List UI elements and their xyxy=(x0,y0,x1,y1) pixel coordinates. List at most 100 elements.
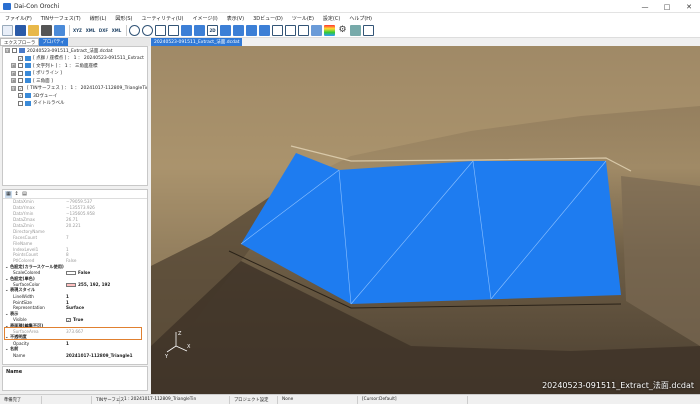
layer-icon[interactable] xyxy=(350,24,361,36)
menu-item-5[interactable]: イメージ(I) xyxy=(192,15,217,22)
property-value[interactable]: 20.221 xyxy=(63,223,147,228)
menu-item-2[interactable]: 線形(L) xyxy=(90,15,107,22)
open-folder-icon[interactable] xyxy=(28,24,39,36)
view-iso-icon[interactable] xyxy=(259,24,270,36)
menu-item-4[interactable]: ユーティリティ(U) xyxy=(141,15,183,22)
new-file-icon[interactable] xyxy=(2,24,13,36)
menu-item-1[interactable]: TINサーフェス(T) xyxy=(41,15,81,22)
menu-item-3[interactable]: 図形(S) xyxy=(115,15,132,22)
tree-item[interactable]: ⊞ [ 三角面 ] xyxy=(3,77,147,85)
tree-item[interactable]: タイトルラベル xyxy=(3,100,147,108)
property-row[interactable]: DataYmax −135573.926 xyxy=(3,205,147,211)
tab-explorer[interactable]: エクスプローラ xyxy=(0,38,40,46)
close-button[interactable]: ✕ xyxy=(678,0,700,13)
property-category[interactable]: ⌄ 名前 xyxy=(3,346,147,353)
view-front-icon[interactable] xyxy=(194,24,205,36)
property-row[interactable]: PointsCount 8 xyxy=(3,252,147,258)
dxf-import-button[interactable]: DXF xyxy=(98,25,109,36)
property-row[interactable]: DataXmin −79059.537 xyxy=(3,199,147,205)
color-scale-icon[interactable] xyxy=(324,24,335,36)
tab-property[interactable]: プロパティ xyxy=(39,38,68,46)
property-row[interactable]: DataZmax 26.71 xyxy=(3,217,147,223)
property-row[interactable]: LineWidth 1 xyxy=(3,293,147,299)
pan-icon[interactable] xyxy=(168,24,179,36)
categorized-sort-icon[interactable]: ▦ xyxy=(5,190,12,198)
property-value[interactable]: 1 xyxy=(63,300,147,305)
visibility-checkbox[interactable] xyxy=(12,48,17,54)
xyz-import-button[interactable]: XYZ xyxy=(72,25,83,36)
export-icon[interactable] xyxy=(54,24,65,36)
print-icon[interactable] xyxy=(41,24,52,36)
view-back-icon[interactable] xyxy=(246,24,257,36)
property-row[interactable]: IndexLevel1 1 xyxy=(3,246,147,252)
visibility-checkbox[interactable]: ✓ xyxy=(18,55,23,61)
zoom-in-icon[interactable] xyxy=(129,24,140,36)
visibility-checkbox[interactable] xyxy=(18,70,23,76)
property-value[interactable]: 20241017-112809_Triangle1 xyxy=(63,353,147,358)
property-value[interactable]: −135605.958 xyxy=(63,211,147,216)
measure-icon[interactable] xyxy=(272,24,283,36)
property-row[interactable]: Name 20241017-112809_Triangle1 xyxy=(3,352,147,358)
menu-item-6[interactable]: 表示(V) xyxy=(227,15,244,22)
view-top-icon[interactable] xyxy=(220,24,231,36)
maximize-button[interactable]: □ xyxy=(656,0,678,13)
property-value[interactable]: ✓ True xyxy=(63,317,147,323)
menu-item-8[interactable]: ツール(E) xyxy=(292,15,314,22)
property-value[interactable]: −79059.537 xyxy=(63,199,147,204)
view-3d-icon[interactable] xyxy=(181,24,192,36)
visibility-checkbox[interactable]: ✓ xyxy=(18,93,23,99)
property-value[interactable]: 26.71 xyxy=(63,217,147,222)
expander-icon[interactable]: ⊞ xyxy=(11,78,16,84)
grid-icon[interactable] xyxy=(363,24,374,36)
minimize-button[interactable]: — xyxy=(634,0,656,13)
tree-item[interactable]: ⊟ ✓ [ TINサーフェス ] ： 1 ： 20241017-112809_Tri… xyxy=(3,85,147,93)
view-2d-button[interactable]: 2D xyxy=(207,24,218,36)
property-row[interactable]: DataZmin 20.221 xyxy=(3,223,147,229)
menu-item-10[interactable]: ヘルプ(H) xyxy=(349,15,372,22)
visible-checkbox[interactable]: ✓ xyxy=(66,318,71,323)
property-value[interactable]: −135573.926 xyxy=(63,205,147,210)
xml-import-button[interactable]: XML xyxy=(85,25,96,36)
expander-icon[interactable]: ⊞ xyxy=(11,63,16,69)
property-category[interactable]: ⌄ 色設定(カラースケール使用) xyxy=(3,264,147,270)
property-value[interactable]: 1 xyxy=(63,294,147,299)
visibility-checkbox[interactable]: ✓ xyxy=(18,85,23,91)
property-category[interactable]: ⌄ 色設定(単色) xyxy=(3,276,147,282)
property-row[interactable]: FacesCount 7 xyxy=(3,234,147,240)
property-value[interactable]: False xyxy=(63,258,147,263)
image-icon[interactable] xyxy=(311,24,322,36)
property-category[interactable]: ⌄ 表現スタイル xyxy=(3,287,147,294)
zoom-extents-icon[interactable] xyxy=(155,24,166,36)
property-value[interactable]: 1 xyxy=(63,247,147,252)
visibility-checkbox[interactable] xyxy=(18,78,23,84)
tree-item[interactable]: ⊟ 20240523-091511_Extract_法面.dcdat xyxy=(3,47,147,55)
menu-item-9[interactable]: 設定(C) xyxy=(323,15,340,22)
alphabetical-sort-icon[interactable]: ↕ xyxy=(13,191,20,198)
tree-item[interactable]: ✓ [ 点群 / 座標点 ] ： 1 ： 20240523-091511_Extr… xyxy=(3,55,147,63)
3d-viewport[interactable]: Z X Y 20240523-091511_Extract_法面.dcdat xyxy=(151,46,700,394)
property-row[interactable]: PointSize 1 xyxy=(3,299,147,305)
property-category[interactable]: ⌄ 表示 xyxy=(3,311,147,317)
save-icon[interactable] xyxy=(15,24,26,36)
property-pages-icon[interactable]: ▤ xyxy=(21,191,28,198)
document-tab[interactable]: 20240523-091511_Extract_法面.dcdat xyxy=(151,38,243,46)
zoom-out-icon[interactable] xyxy=(142,24,153,36)
property-value[interactable]: 1 xyxy=(63,341,147,346)
property-value[interactable]: 8 xyxy=(63,252,147,257)
tree-item[interactable]: ✓ 3Dヴューイ xyxy=(3,92,147,100)
volume-icon[interactable] xyxy=(298,24,309,36)
xml-export-button[interactable]: XML xyxy=(111,25,122,36)
property-row[interactable]: DataYmin −135605.958 xyxy=(3,211,147,217)
tree-item[interactable]: ⊞ [ 文字列ト ] ： 1 ： 三角面座標 xyxy=(3,62,147,70)
settings-gear-icon[interactable]: ⚙ xyxy=(337,25,348,36)
tree-item[interactable]: ⊞ [ ポリライン ] xyxy=(3,70,147,78)
property-value[interactable]: Surface xyxy=(63,305,147,310)
property-value[interactable]: False xyxy=(63,270,147,276)
property-value[interactable]: 255, 192, 192 xyxy=(63,282,147,287)
expander-icon[interactable]: ⊟ xyxy=(11,85,16,91)
visibility-checkbox[interactable] xyxy=(18,100,23,106)
section-icon[interactable] xyxy=(285,24,296,36)
menu-item-0[interactable]: ファイル(F) xyxy=(5,15,32,22)
view-side-icon[interactable] xyxy=(233,24,244,36)
visibility-checkbox[interactable] xyxy=(18,63,23,69)
